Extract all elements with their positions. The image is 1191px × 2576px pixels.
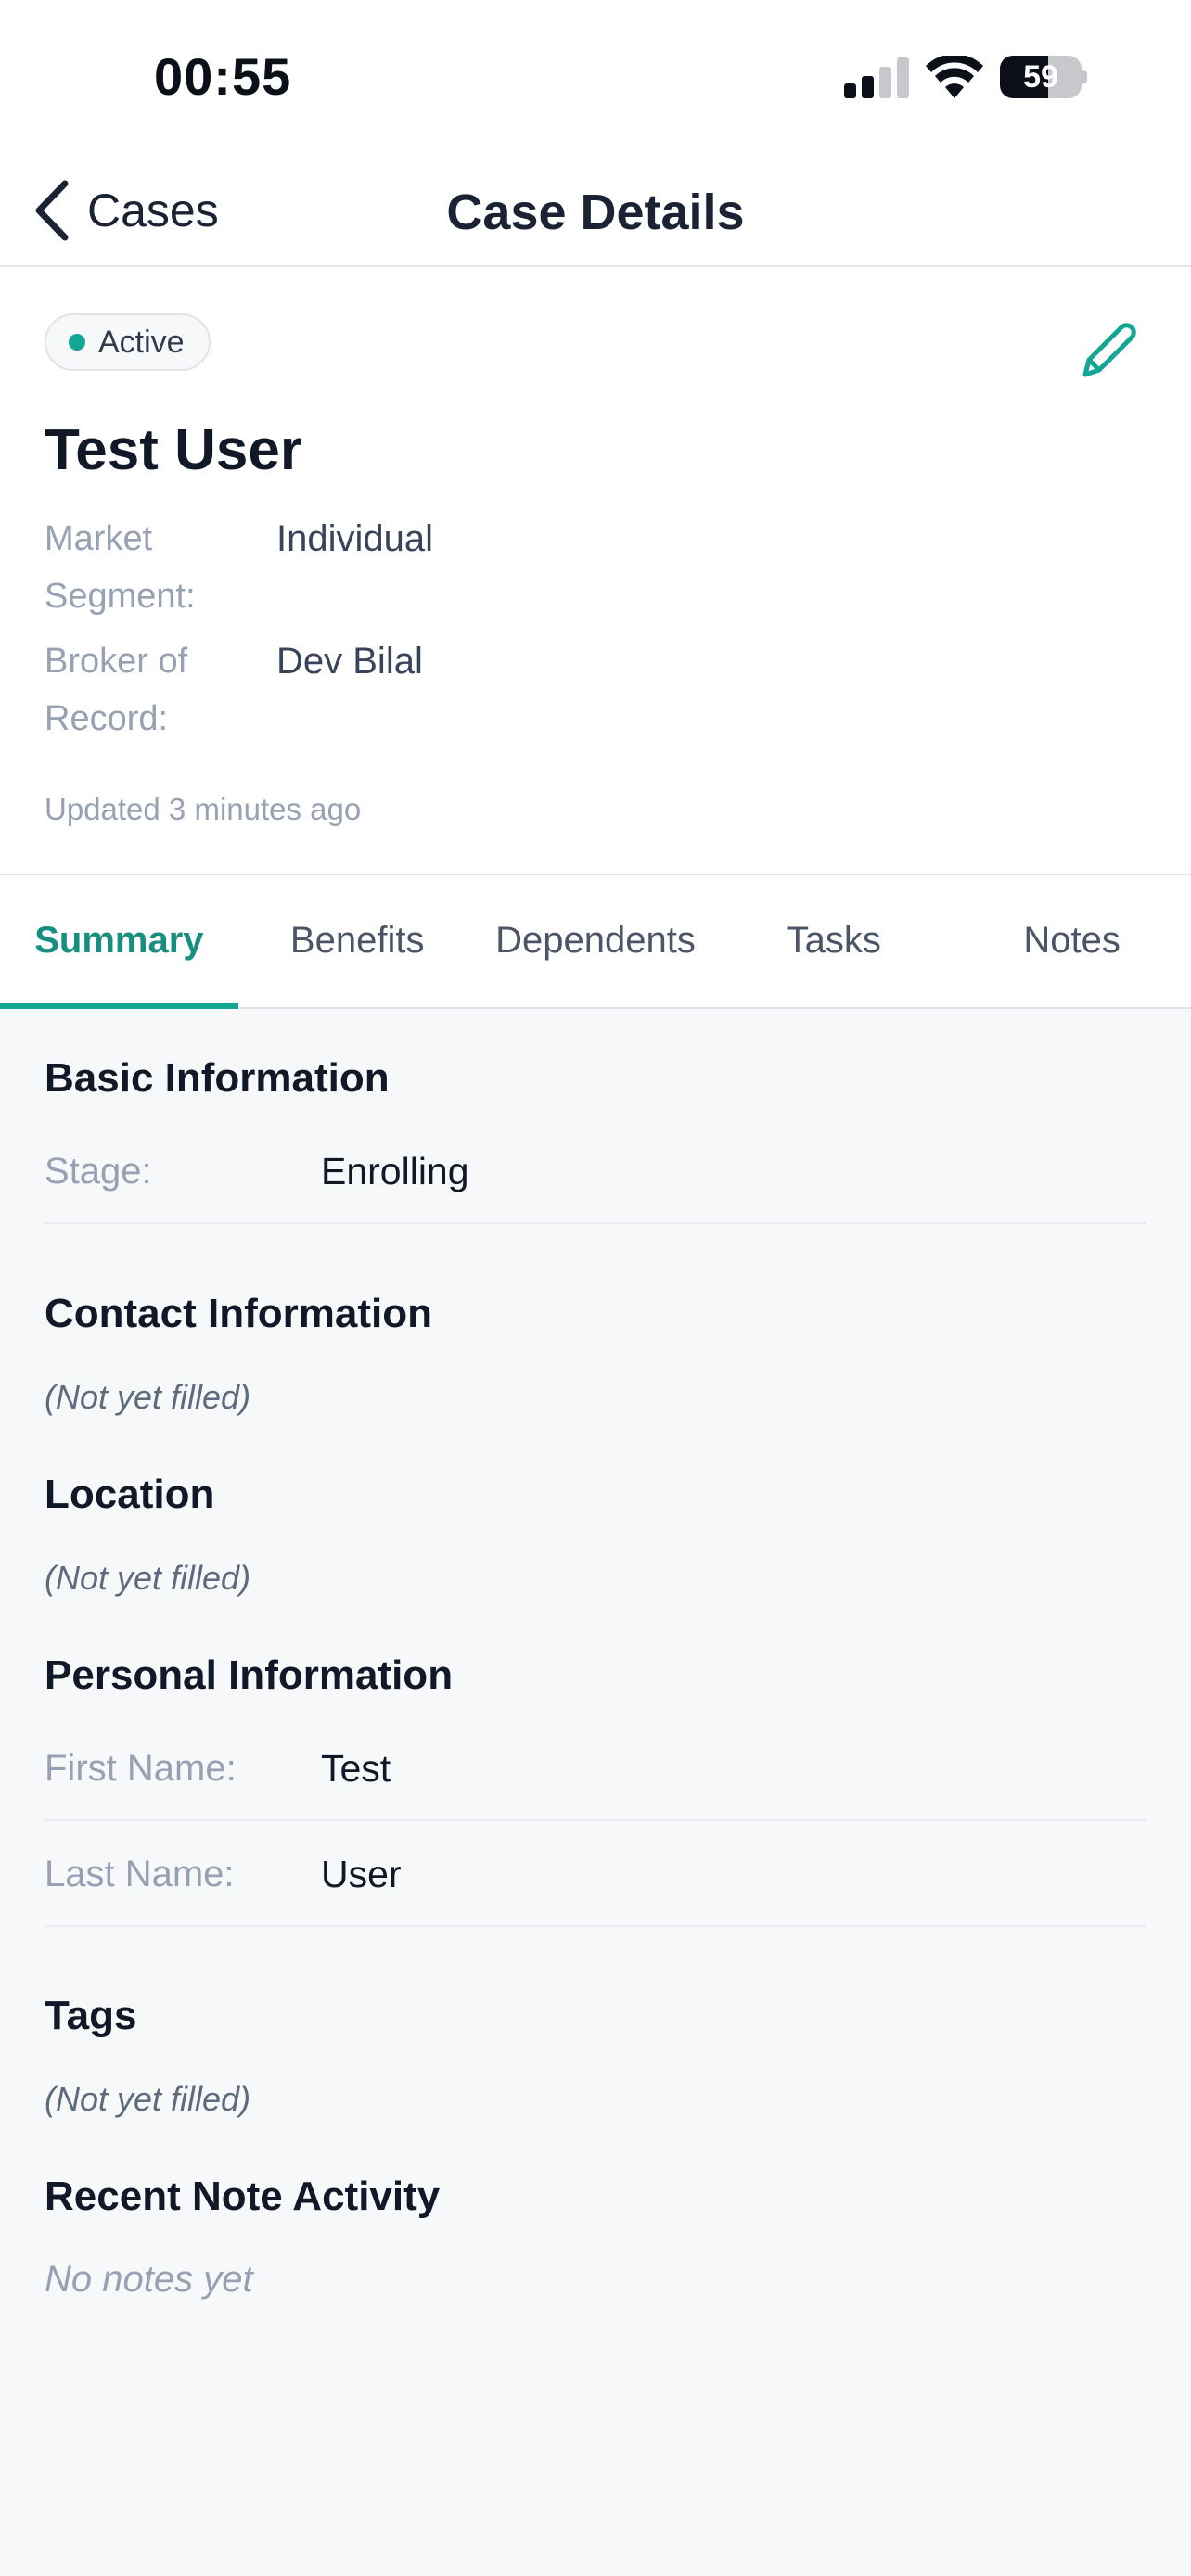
location-heading: Location <box>45 1472 215 1517</box>
case-details-screen: 00:55 59 Cases Case Details Active Test … <box>0 0 1191 2576</box>
market-segment-label: Market Segment: <box>45 510 249 625</box>
broker-of-record-label-line2: Record: <box>45 699 169 738</box>
broker-of-record-label: Broker of Record: <box>45 632 249 747</box>
stage-row: Stage: Enrolling <box>45 1118 1146 1224</box>
contact-information-heading: Contact Information <box>45 1291 432 1336</box>
signal-icon <box>844 57 909 98</box>
case-header: Active Test User Market Segment: Individ… <box>0 267 1191 875</box>
pencil-icon <box>1082 323 1136 377</box>
contact-information-empty: (Not yet filled) <box>45 1378 251 1416</box>
last-name-value: User <box>321 1853 402 1895</box>
tags-empty: (Not yet filled) <box>45 2080 251 2118</box>
status-dot <box>69 334 85 351</box>
tab-bar: Summary Benefits Dependents Tasks Notes <box>0 875 1191 1009</box>
tags-heading: Tags <box>45 1993 137 2038</box>
battery-icon: 59 <box>1000 56 1087 98</box>
tab-notes[interactable]: Notes <box>953 875 1191 1007</box>
tab-summary[interactable]: Summary <box>0 875 238 1009</box>
market-segment-label-line1: Market <box>45 519 153 558</box>
status-time: 00:55 <box>154 47 292 106</box>
status-label: Active <box>98 324 185 360</box>
stage-value: Enrolling <box>321 1150 469 1192</box>
market-segment-label-line2: Segment: <box>45 577 196 616</box>
personal-information-heading: Personal Information <box>45 1652 454 1698</box>
status-bar: 00:55 59 <box>0 0 1191 158</box>
first-name-value: Test <box>321 1747 391 1790</box>
market-segment-value: Individual <box>276 518 434 559</box>
status-badge: Active <box>45 313 211 371</box>
page-title: Case Details <box>446 185 745 240</box>
case-name: Test User <box>45 418 302 482</box>
navigation-bar: Cases Case Details <box>0 158 1191 267</box>
battery-level: 59 <box>1023 59 1058 95</box>
updated-timestamp: Updated 3 minutes ago <box>45 792 362 826</box>
no-notes-text: No notes yet <box>45 2259 253 2300</box>
tab-tasks[interactable]: Tasks <box>714 875 953 1007</box>
last-name-label: Last Name: <box>45 1854 235 1894</box>
recent-note-activity-heading: Recent Note Activity <box>45 2174 441 2219</box>
broker-of-record-value: Dev Bilal <box>276 641 423 682</box>
basic-information-heading: Basic Information <box>45 1055 390 1101</box>
location-empty: (Not yet filled) <box>45 1559 251 1597</box>
stage-label: Stage: <box>45 1151 152 1192</box>
wifi-icon <box>926 56 983 98</box>
broker-of-record-label-line1: Broker of <box>45 642 188 681</box>
first-name-label: First Name: <box>45 1748 237 1789</box>
tab-benefits[interactable]: Benefits <box>238 875 477 1007</box>
first-name-row: First Name: Test <box>45 1715 1146 1821</box>
last-name-row: Last Name: User <box>45 1821 1146 1927</box>
tab-dependents[interactable]: Dependents <box>477 875 715 1007</box>
edit-button[interactable] <box>1076 319 1141 384</box>
